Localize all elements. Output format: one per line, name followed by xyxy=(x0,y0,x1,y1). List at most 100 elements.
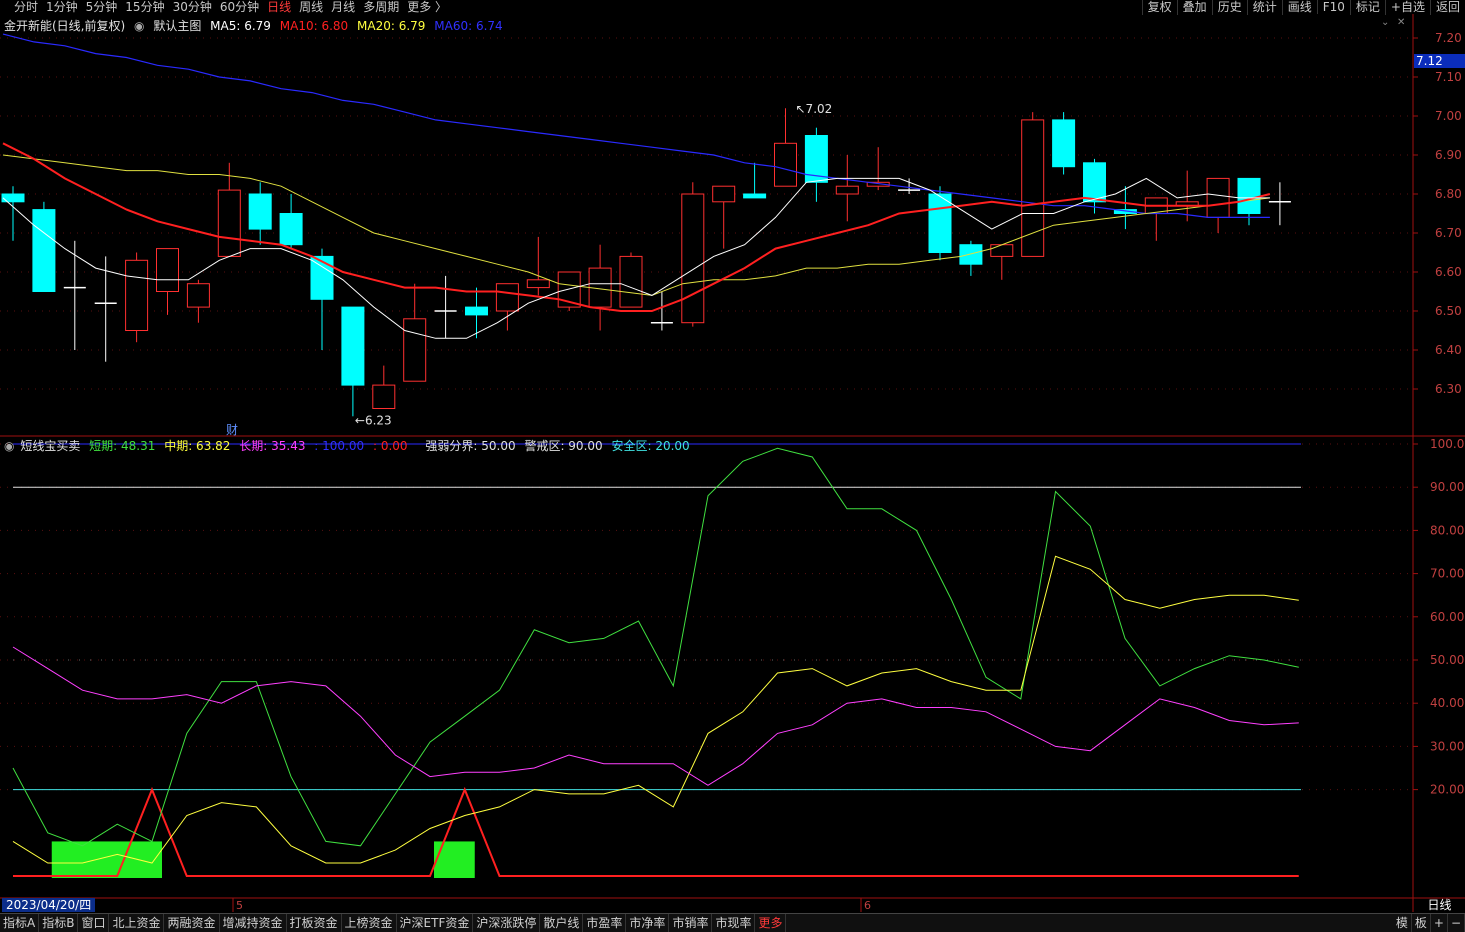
period-tab[interactable]: 15分钟 xyxy=(125,0,164,15)
price-axis-label: 6.90 xyxy=(1435,148,1462,162)
candle-body xyxy=(835,185,859,195)
candle-body xyxy=(32,209,56,293)
candle-body xyxy=(959,244,983,265)
bottom-tab[interactable]: 北上资金 xyxy=(109,914,165,932)
candle-body xyxy=(1,193,25,203)
candle-body xyxy=(156,248,179,293)
settings-circle-icon[interactable]: ◉ xyxy=(134,19,144,33)
indicator-title[interactable]: 短线宝买卖 xyxy=(20,439,80,453)
bottom-tab[interactable]: 市销率 xyxy=(669,914,713,932)
candle-body xyxy=(712,185,736,203)
candle-body xyxy=(186,283,210,308)
warning-label: 警戒区: 90.00 xyxy=(524,439,603,453)
period-tab[interactable]: 30分钟 xyxy=(173,0,212,15)
price-axis-label: 6.40 xyxy=(1435,343,1462,357)
period-tab[interactable]: 60分钟 xyxy=(220,0,259,15)
osc-axis-label: 20.00 xyxy=(1430,783,1464,797)
bottom-tab[interactable]: 沪深涨跌停 xyxy=(473,914,541,932)
bottom-tab[interactable]: 指标B xyxy=(39,914,79,932)
period-tab[interactable]: 1分钟 xyxy=(46,0,78,15)
tool-button[interactable]: 返回 xyxy=(1429,0,1465,15)
tool-button[interactable]: 复权 xyxy=(1141,0,1177,15)
candle-body xyxy=(1052,119,1076,168)
stock-title: 金开新能(日线,前复权) xyxy=(4,19,126,33)
bottom-tab[interactable]: 窗口 xyxy=(78,914,110,932)
top-toolbar: 分时 1分钟 5分钟 15分钟 30分钟 60分钟 日线 周线 月线 多周期 更多 〉 复权 叠加 历史… xyxy=(0,0,1465,15)
mid-term-line xyxy=(12,555,1299,864)
blue-line-label: : 100.00 xyxy=(314,439,365,453)
bottom-tab[interactable]: 市现率 xyxy=(712,914,756,932)
ma60-label: MA60: 6.74 xyxy=(434,19,503,33)
candle-body xyxy=(743,193,767,199)
month-label: 6 xyxy=(864,899,871,912)
month-label: 5 xyxy=(236,899,243,912)
strong-weak-label: 强弱分界: 50.00 xyxy=(425,439,516,453)
bottom-tab[interactable]: 两融资金 xyxy=(164,914,220,932)
collapse-icon[interactable]: ⌄ xyxy=(1381,17,1391,29)
bottom-tab[interactable]: 市盈率 xyxy=(583,914,627,932)
main-legend: 金开新能(日线,前复权) ◉ 默认主图 MA5: 6.79 MA10: 6.80… xyxy=(4,17,508,34)
bottom-right-button[interactable]: 模 xyxy=(1393,914,1412,932)
stock-chart[interactable]: 7.20 7.10 7.00 6.90 6.80 6.70 6.60 6.50 6.40 6.30… xyxy=(0,14,1465,912)
period-tab[interactable]: 日线 xyxy=(267,0,291,15)
bottom-tab[interactable]: 指标A xyxy=(0,914,40,932)
bottom-tab[interactable]: 市净率 xyxy=(626,914,670,932)
tool-tabs: 复权 叠加 历史 统计 画线 F10 标记 +自选 返回 xyxy=(1141,0,1465,15)
osc-axis-label: 40.00 xyxy=(1430,696,1464,710)
tool-button[interactable]: 画线 xyxy=(1281,0,1317,15)
ma20-label: MA20: 6.79 xyxy=(357,19,426,33)
tool-button[interactable]: F10 xyxy=(1316,0,1350,14)
candle-body xyxy=(526,279,550,289)
main-chart-label[interactable]: 默认主图 xyxy=(153,19,201,33)
bottom-tab[interactable]: 沪深ETF资金 xyxy=(397,914,474,932)
short-term-line xyxy=(12,447,1299,847)
price-axis-label: 7.10 xyxy=(1435,70,1462,84)
tool-button[interactable]: 历史 xyxy=(1211,0,1247,15)
ma10-label: MA10: 6.80 xyxy=(279,19,349,33)
signal-line xyxy=(13,786,1299,877)
candle-body xyxy=(310,255,334,300)
price-axis-label: 6.50 xyxy=(1435,304,1462,318)
bottom-right-button[interactable]: 板 xyxy=(1412,914,1431,932)
price-axis-label: 7.20 xyxy=(1435,31,1462,45)
candle-body xyxy=(928,193,952,253)
period-tab[interactable]: 周线 xyxy=(299,0,323,15)
bottom-tab[interactable]: 上榜资金 xyxy=(342,914,397,932)
close-icon[interactable]: ✕ xyxy=(1397,17,1407,29)
period-tab[interactable]: 分时 xyxy=(14,0,38,15)
osc-axis-label: 90.00 xyxy=(1430,480,1464,494)
bottom-tab[interactable]: 更多 xyxy=(755,914,787,932)
tool-button[interactable]: 标记 xyxy=(1349,0,1385,15)
price-axis-label: 6.80 xyxy=(1435,187,1462,201)
candle-body xyxy=(1083,162,1106,203)
price-axis-label: 7.00 xyxy=(1435,109,1462,123)
period-tab[interactable]: 多周期 xyxy=(363,0,399,15)
bottom-tab[interactable]: 增减持资金 xyxy=(220,914,287,932)
bottom-tab[interactable]: 打板资金 xyxy=(287,914,342,932)
ma60-line xyxy=(2,33,1270,218)
osc-axis-label: 100.0 xyxy=(1430,437,1464,451)
tool-button[interactable]: +自选 xyxy=(1384,0,1430,15)
bottom-right-button[interactable]: + xyxy=(1431,914,1448,932)
bottom-right-button[interactable]: − xyxy=(1448,914,1465,932)
long-term-line xyxy=(12,646,1299,786)
osc-axis-label: 50.00 xyxy=(1430,653,1464,667)
price-axis-label: 6.30 xyxy=(1435,382,1462,396)
buy-signal-block xyxy=(51,841,162,878)
candle-body xyxy=(217,189,241,257)
candle-body xyxy=(619,255,643,308)
period-label[interactable]: 日线 xyxy=(1414,897,1465,913)
buy-signal-block xyxy=(434,841,475,878)
bottom-tab[interactable]: 散户线 xyxy=(540,914,584,932)
bottom-tab-bar: 指标A 指标B 窗口 北上资金 两融资金 增减持资金 打板资金 上榜资金 沪深ETF资金 沪深涨跌… xyxy=(0,913,1465,932)
period-tab[interactable]: 月线 xyxy=(331,0,355,15)
candle-body xyxy=(125,259,149,331)
candle-body xyxy=(248,193,272,230)
period-tab[interactable]: 5分钟 xyxy=(86,0,118,15)
candle-body xyxy=(1206,177,1230,218)
period-tab[interactable]: 更多 〉 xyxy=(407,0,447,15)
tool-button[interactable]: 叠加 xyxy=(1176,0,1212,15)
settings-circle-icon[interactable]: ◉ xyxy=(4,439,14,453)
tool-button[interactable]: 统计 xyxy=(1246,0,1282,15)
osc-axis-label: 80.00 xyxy=(1430,523,1464,537)
